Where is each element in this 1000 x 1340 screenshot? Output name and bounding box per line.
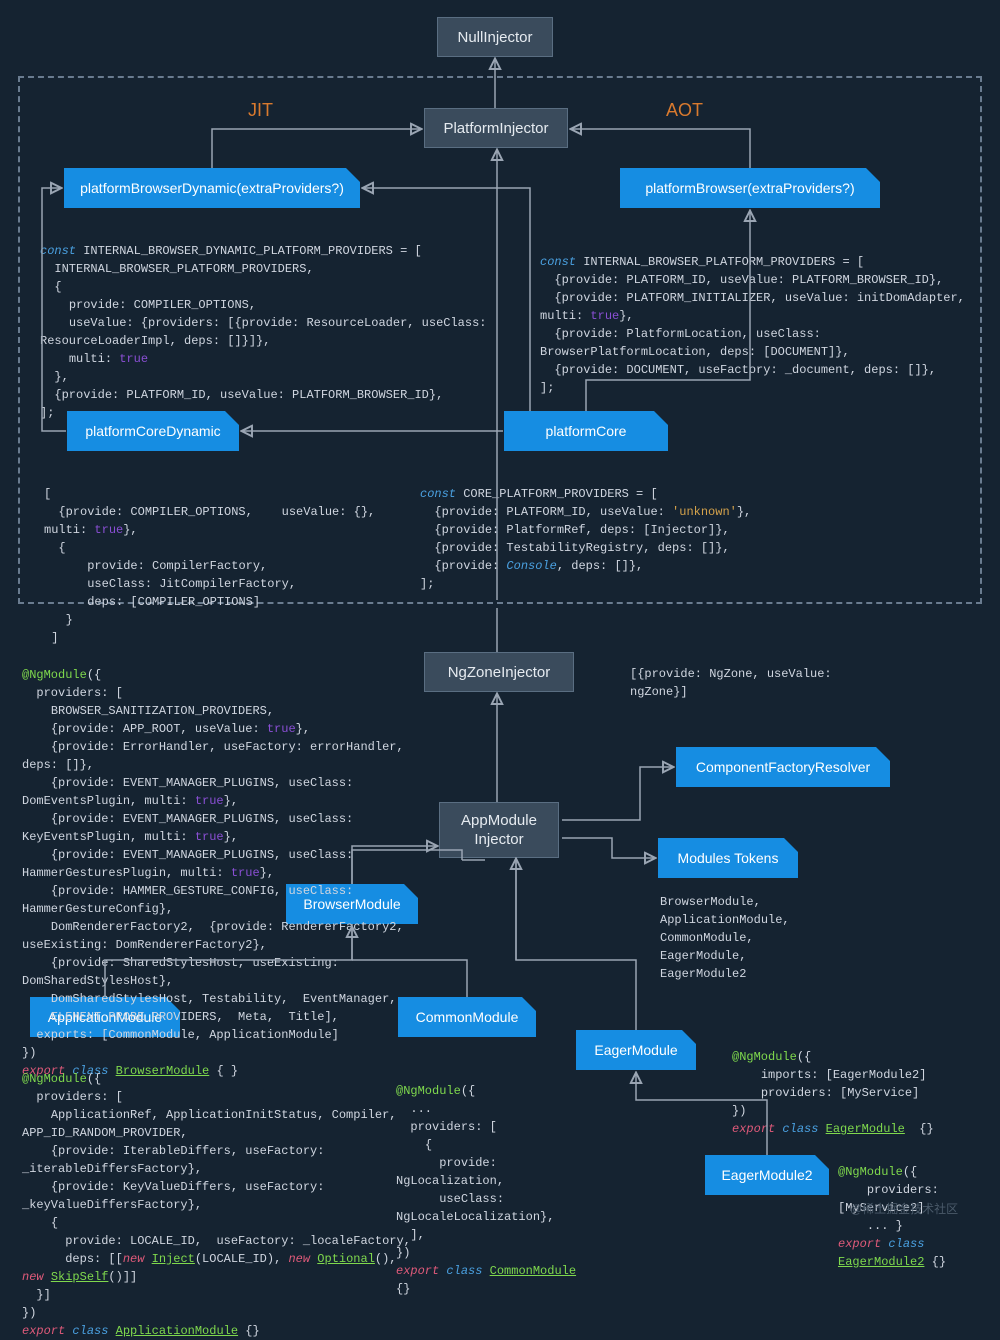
application-module-code: @NgModule({ providers: [ ApplicationRef,… [22,1052,422,1340]
aot-providers-code: const INTERNAL_BROWSER_PLATFORM_PROVIDER… [540,235,970,397]
component-factory-resolver-node: ComponentFactoryResolver [676,747,890,787]
modules-list-code: BrowserModule, ApplicationModule, Common… [660,893,840,983]
ngzone-code: [{provide: NgZone, useValue: ngZone}] [630,665,870,701]
platform-injector-node: PlatformInjector [424,108,568,148]
common-module-code: @NgModule({ ... providers: [ { provide: … [396,1064,596,1298]
platform-core-node: platformCore [504,411,668,451]
platform-browser-node: platformBrowser(extraProviders?) [620,168,880,208]
eager-module2-node: EagerModule2 [705,1155,829,1195]
core-platform-providers-code: const CORE_PLATFORM_PROVIDERS = [ {provi… [420,467,780,593]
jit-providers-code: const INTERNAL_BROWSER_DYNAMIC_PLATFORM_… [40,224,520,422]
watermark: @稀土掘金技术社区 [850,1200,958,1217]
jit-label: JIT [248,100,273,121]
browser-module-code: @NgModule({ providers: [ BROWSER_SANITIZ… [22,648,422,1080]
platform-browser-dynamic-node: platformBrowserDynamic(extraProviders?) [64,168,360,208]
core-dynamic-providers-code: [ {provide: COMPILER_OPTIONS, useValue: … [44,467,404,647]
ngzone-injector-node: NgZoneInjector [424,652,574,692]
null-injector-node: NullInjector [437,17,553,57]
aot-label: AOT [666,100,703,121]
appmodule-injector-node: AppModule Injector [439,802,559,858]
modules-tokens-node: Modules Tokens [658,838,798,878]
eager-module-code: @NgModule({ imports: [EagerModule2] prov… [732,1030,952,1138]
